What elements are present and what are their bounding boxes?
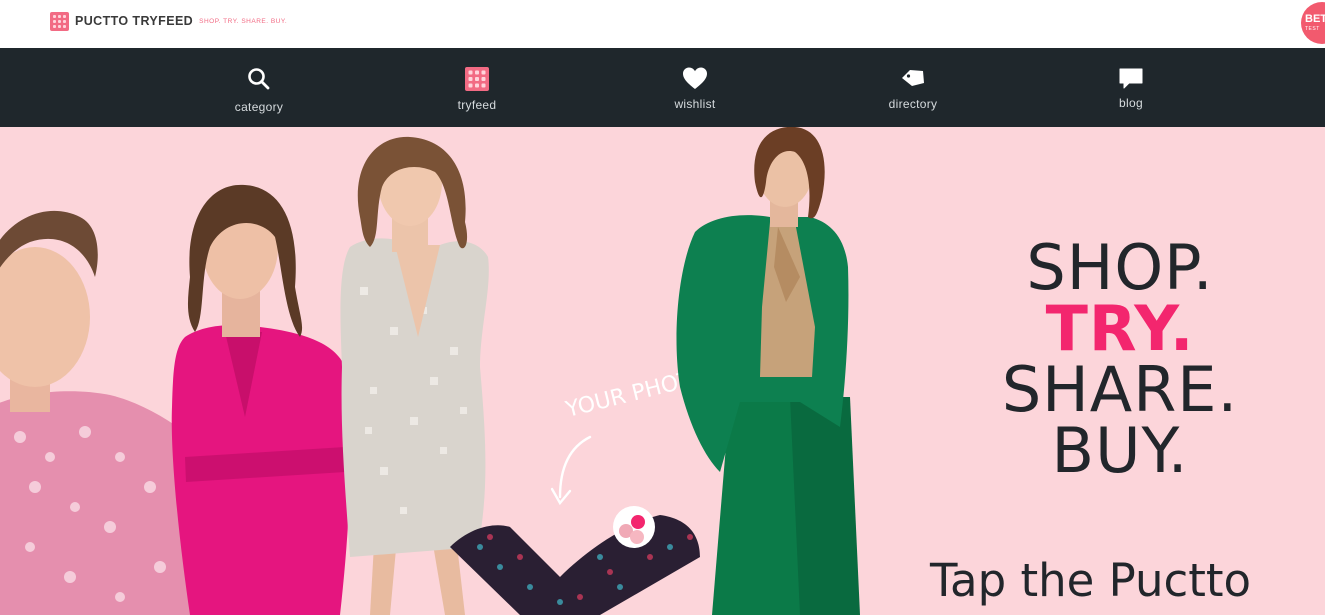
model-green-suit xyxy=(676,127,860,615)
slogan-shop: SHOP. xyxy=(1026,231,1214,304)
hero-fashion-models-image: YOUR PHOTO xyxy=(0,127,860,615)
nav-item-tryfeed[interactable]: tryfeed xyxy=(397,48,557,127)
hero-banner[interactable]: YOUR PHOTO SHOP. TRY. SHARE. BUY. Tap th… xyxy=(0,127,1325,615)
slogan-share: SHARE. xyxy=(1001,353,1239,426)
sequin-pants-item xyxy=(450,506,700,615)
nav-label-blog: blog xyxy=(1119,96,1143,110)
nav-label-category: category xyxy=(234,100,284,114)
tag-icon xyxy=(900,66,926,92)
brand-logo-link[interactable]: PUCTTO TRYFEED SHOP. TRY. SHARE. BUY. xyxy=(50,11,287,31)
brand-tagline: SHOP. TRY. SHARE. BUY. xyxy=(199,17,288,25)
hero-tagline: Tap the Puctto xyxy=(930,554,1252,607)
model-magenta-coat xyxy=(171,184,351,615)
slogan-buy: BUY. xyxy=(1051,414,1189,487)
slogan-try: TRY. xyxy=(1045,292,1195,365)
speech-bubble-icon xyxy=(1118,66,1144,92)
nav-item-blog[interactable]: blog xyxy=(1051,48,1211,127)
nav-item-directory[interactable]: directory xyxy=(833,48,993,127)
main-nav: category tryfeed wishlist directory blog xyxy=(0,48,1325,127)
nav-item-category[interactable]: category xyxy=(179,48,339,127)
nav-label-tryfeed: tryfeed xyxy=(457,98,497,112)
beta-badge[interactable]: BETA TEST xyxy=(1301,2,1325,44)
nav-label-directory: directory xyxy=(888,97,938,111)
search-icon xyxy=(246,66,272,92)
beta-badge-sublabel: TEST xyxy=(1305,26,1320,32)
tryfeed-grid-icon xyxy=(464,66,490,92)
brand-name: PUCTTO TRYFEED xyxy=(75,14,194,28)
heart-icon xyxy=(682,66,708,92)
nav-item-wishlist[interactable]: wishlist xyxy=(615,48,775,127)
nav-label-wishlist: wishlist xyxy=(674,97,716,111)
hero-slogan: SHOP. TRY. SHARE. BUY. xyxy=(940,231,1300,487)
top-bar: PUCTTO TRYFEED SHOP. TRY. SHARE. BUY. BE… xyxy=(0,0,1325,48)
grid-logo-icon xyxy=(50,11,69,31)
beta-badge-label: BETA xyxy=(1305,13,1325,25)
